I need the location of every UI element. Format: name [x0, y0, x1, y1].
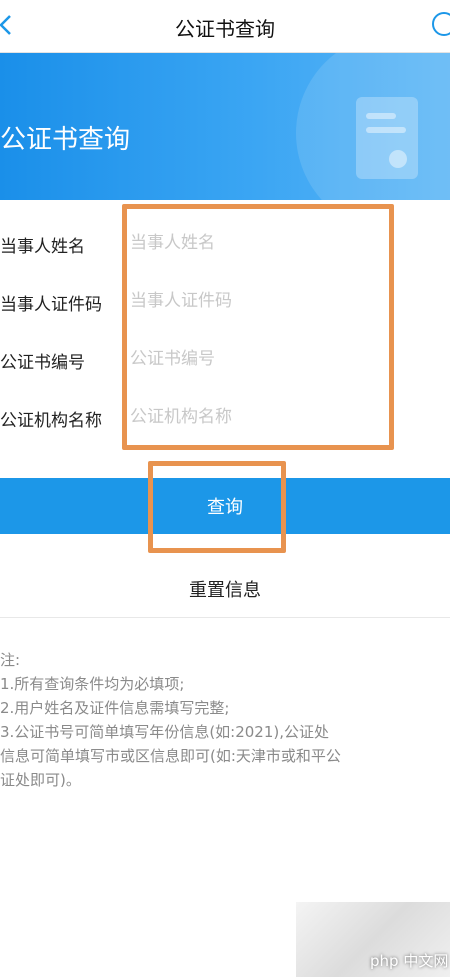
watermark-text: php 中文网: [370, 952, 449, 970]
note-line: 信息可简单填写市或区信息即可(如:天津市或和平公: [0, 747, 341, 765]
field-label-agency-name: 公证机构名称: [0, 411, 102, 431]
note-line: 证处即可)。: [0, 771, 81, 789]
notes-heading: 注:: [0, 651, 21, 669]
field-label-certificate-number: 公证书编号: [0, 353, 85, 373]
banner-title: 公证书查询: [0, 125, 131, 155]
field-label-party-name: 当事人姓名: [0, 237, 85, 257]
navigation-bar: 公证书查询: [0, 0, 450, 53]
field-label-id-number: 当事人证件码: [0, 295, 102, 315]
note-line: 1.所有查询条件均为必填项;: [0, 675, 185, 693]
note-line: 2.用户姓名及证件信息需填写完整;: [0, 699, 230, 717]
input-highlight-box: [122, 204, 394, 450]
more-circle-icon[interactable]: [432, 12, 450, 36]
note-line: 3.公证书号可简单填写年份信息(如:2021),公证处: [0, 723, 330, 741]
certificate-icon: [356, 97, 418, 179]
button-highlight-box: [148, 461, 286, 553]
page-title: 公证书查询: [175, 17, 275, 41]
notes-section: 注: 1.所有查询条件均为必填项; 2.用户姓名及证件信息需填写完整; 3.公证…: [0, 648, 450, 792]
header-banner: 公证书查询: [0, 53, 450, 200]
reset-button[interactable]: 重置信息: [0, 560, 450, 618]
